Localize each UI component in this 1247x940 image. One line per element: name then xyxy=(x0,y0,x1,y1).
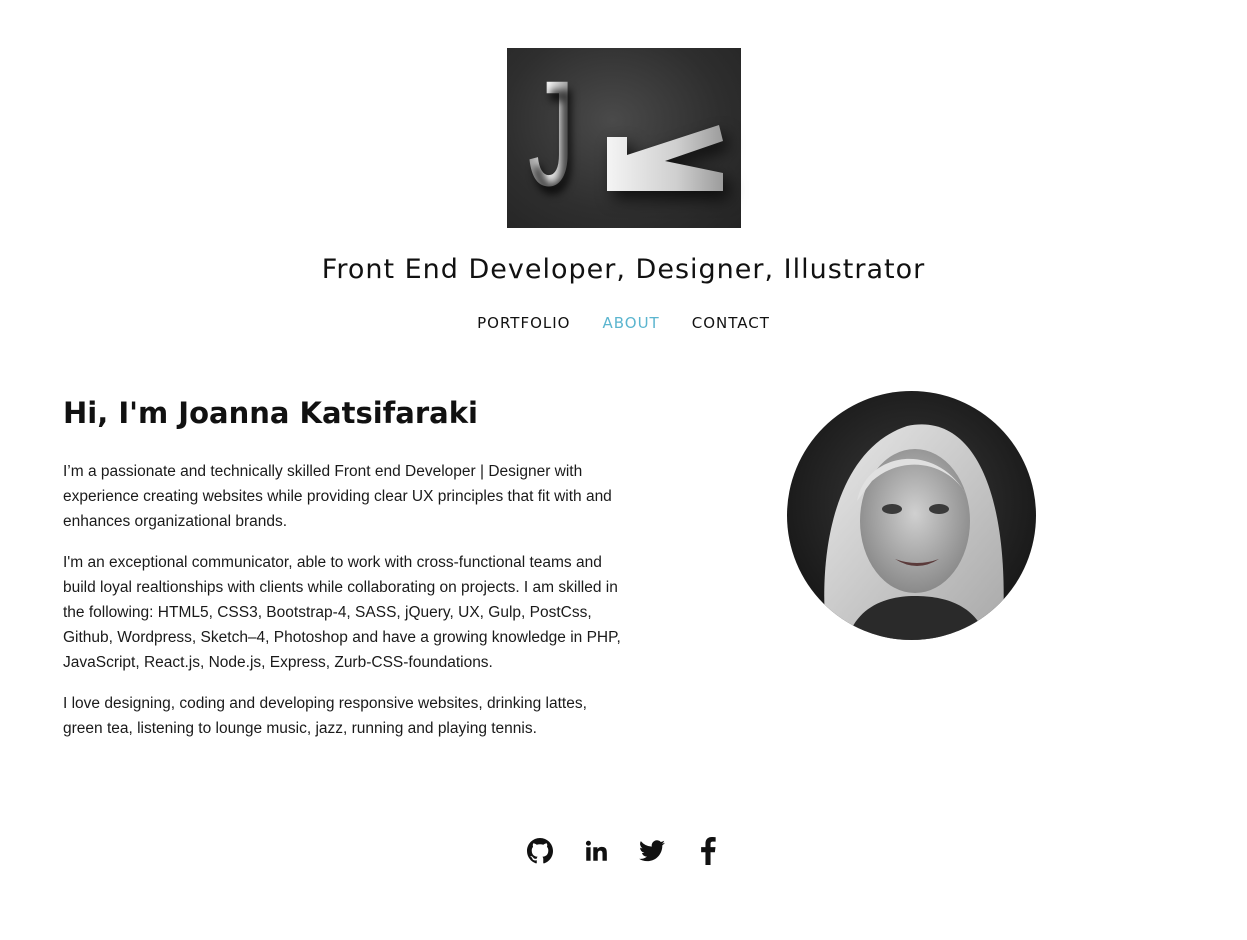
page-tagline: Front End Developer, Designer, Illustrat… xyxy=(321,254,926,285)
nav-contact[interactable]: CONTACT xyxy=(692,314,770,332)
facebook-icon[interactable] xyxy=(694,836,721,866)
nav-about[interactable]: ABOUT xyxy=(602,314,659,332)
logo-letter-k xyxy=(607,125,723,191)
bio-paragraph-2: I'm an exceptional communicator, able to… xyxy=(63,554,621,671)
bio-paragraph-1: I’m a passionate and technically skilled… xyxy=(63,463,612,530)
social-links xyxy=(0,836,1247,866)
profile-photo xyxy=(787,391,1036,640)
github-icon[interactable] xyxy=(526,836,553,866)
twitter-icon[interactable] xyxy=(638,836,665,866)
linkedin-icon[interactable] xyxy=(582,836,609,866)
main-nav: PORTFOLIO ABOUT CONTACT xyxy=(0,314,1247,332)
nav-portfolio[interactable]: PORTFOLIO xyxy=(477,314,570,332)
about-bio: I’m a passionate and technically skilled… xyxy=(63,459,623,757)
logo-letter-j: J xyxy=(528,49,575,217)
about-heading: Hi, I'm Joanna Katsifaraki xyxy=(63,396,478,430)
bio-paragraph-3: I love designing, coding and developing … xyxy=(63,695,587,737)
